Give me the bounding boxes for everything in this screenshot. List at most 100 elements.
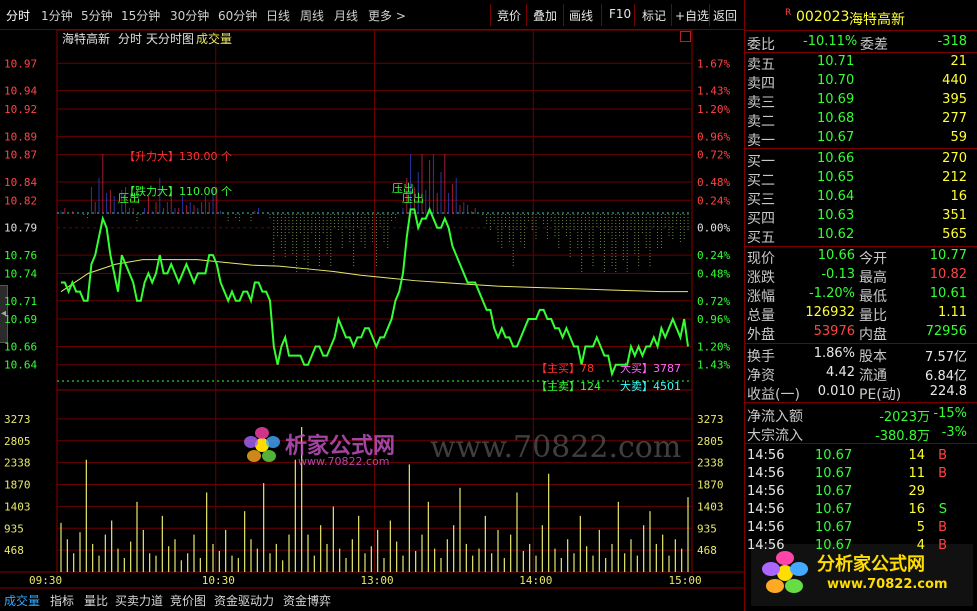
chart-annotation: 压出: [118, 191, 140, 205]
chart-mode: 分时: [118, 32, 143, 46]
price-tick-label: 10.74: [4, 267, 37, 280]
stat-value: 126932: [805, 305, 855, 320]
stat-label: 总量: [747, 308, 775, 324]
ask-volume: 277: [942, 111, 967, 126]
stat2-row: 收益(一) 0.010 PE(动) 224.8: [745, 383, 975, 403]
price-tick-label: 10.97: [4, 57, 37, 70]
volume-tick-label-right: 468: [697, 544, 717, 557]
ask-label: 卖一: [747, 133, 775, 149]
bid-label: 买四: [747, 211, 775, 227]
stat-row: 总量 126932 量比 1.11: [745, 304, 975, 324]
flow-pct: -3%: [941, 425, 967, 440]
bid-row: 买二 10.65 212: [745, 169, 975, 189]
stat2-row: 换手 1.86% 股本 7.57亿: [745, 345, 975, 365]
tab-buy-sell-force[interactable]: 买卖力道: [115, 592, 163, 609]
tab-volume[interactable]: 成交量: [4, 592, 40, 609]
tick-volume: 5: [916, 520, 925, 535]
pct-tick-label: 0.24%: [697, 249, 730, 262]
stat-value: 0.010: [817, 384, 855, 399]
pct-tick-label: 1.43%: [697, 359, 730, 372]
flow-label: 净流入额: [747, 409, 803, 425]
ask-row: 卖五 10.71 21: [745, 53, 975, 73]
bid-price: 10.65: [817, 170, 855, 185]
tick-row: 14:56 10.67 16 S: [745, 501, 975, 520]
tick-side: S: [938, 502, 947, 517]
ask-label: 卖三: [747, 95, 775, 111]
pct-tick-label: 1.20%: [697, 340, 730, 353]
tick-price: 10.67: [815, 520, 853, 535]
volume-tick-label-right: 2805: [697, 435, 724, 448]
stat-label: 涨幅: [747, 289, 775, 305]
watermark-logo: [236, 425, 288, 469]
tick-time: 14:56: [747, 448, 785, 463]
tick-row: 14:56 10.67 5 B: [745, 519, 975, 538]
tick-row: 14:56 10.67 4 B: [745, 537, 975, 556]
stat-row: 外盘 53976 内盘 72956: [745, 323, 975, 343]
flag-r: R: [785, 8, 792, 18]
tab-auction-chart[interactable]: 竞价图: [170, 592, 206, 609]
stat-value: 10.66: [817, 248, 855, 263]
bid-row: 买一 10.66 270: [745, 150, 975, 170]
ask-price: 10.70: [817, 73, 855, 88]
pct-tick-label: 0.48%: [697, 176, 730, 189]
bid-label: 买五: [747, 230, 775, 246]
price-tick-label: 10.89: [4, 130, 37, 143]
badge-domain: www.70822.com: [827, 577, 948, 592]
ask-volume: 21: [950, 54, 967, 69]
stat-label: 流通: [859, 368, 887, 384]
watermark-url: www.70822.com: [430, 430, 682, 465]
wei-bi-label: 委比: [747, 37, 775, 53]
watermark-domain: www.70822.com: [298, 455, 390, 468]
chart-grid: [0, 29, 744, 589]
time-tick-label: 10:30: [202, 574, 235, 587]
quote-header: R 002023 海特高新: [745, 8, 975, 28]
wei-bi-value: -10.11%: [803, 34, 858, 49]
pct-tick-label: 0.48%: [697, 267, 730, 280]
pct-tick-label: 0.00%: [697, 222, 730, 235]
ask-row: 卖三 10.69 395: [745, 91, 975, 111]
stat-value: 224.8: [929, 384, 967, 399]
time-tick-label: 09:30: [29, 574, 62, 587]
tab-volume-ratio[interactable]: 量比: [84, 592, 108, 609]
chart-close-box[interactable]: [680, 31, 691, 42]
stat-value: 4.42: [826, 365, 855, 380]
tab-indicator[interactable]: 指标: [50, 592, 74, 609]
stat2-row: 净资 4.42 流通 6.84亿: [745, 364, 975, 384]
bid-price: 10.64: [817, 189, 855, 204]
stock-name: 海特高新: [849, 12, 905, 28]
stat-value: 1.86%: [813, 346, 855, 361]
tick-price: 10.67: [815, 538, 853, 553]
stat-label: 涨跌: [747, 270, 775, 286]
bid-volume: 270: [942, 151, 967, 166]
bid-price: 10.66: [817, 151, 855, 166]
tick-price: 10.67: [815, 484, 853, 499]
tab-fund-drive[interactable]: 资金驱动力: [214, 592, 274, 609]
tab-fund-game[interactable]: 资金博弈: [283, 592, 331, 609]
pct-tick-label: 1.20%: [697, 103, 730, 116]
tick-side: B: [938, 466, 947, 481]
tick-price: 10.67: [815, 466, 853, 481]
quote-panel: R 002023 海特高新 委比 -10.11% 委差 -318 分析家公式网 …: [744, 0, 977, 611]
tick-volume: 11: [908, 466, 925, 481]
price-tick-label: 10.84: [4, 176, 37, 189]
stat-value: -1.20%: [809, 286, 855, 301]
price-tick-label: 10.76: [4, 249, 37, 262]
time-tick-label: 15:00: [668, 574, 701, 587]
bid-row: 买五 10.62 565: [745, 226, 975, 246]
stock-code: 002023: [796, 9, 850, 25]
tick-price: 10.67: [815, 502, 853, 517]
stat-value: 1.11: [938, 305, 967, 320]
stat-label: 净资: [747, 368, 775, 384]
flow-value: -2023万: [879, 410, 930, 425]
bid-label: 买三: [747, 192, 775, 208]
chart-annotation: 大卖】4501: [620, 379, 681, 393]
tick-side: B: [938, 520, 947, 535]
ask-volume: 59: [950, 130, 967, 145]
flow-label: 大宗流入: [747, 428, 803, 444]
stat-row: 涨跌 -0.13 最高 10.82: [745, 266, 975, 286]
stat-value: -0.13: [821, 267, 855, 282]
tick-row: 14:56 10.67 14 B: [745, 447, 975, 466]
volume-tick-label: 1870: [4, 479, 31, 492]
stat-label: 内盘: [859, 327, 887, 343]
bid-label: 买二: [747, 173, 775, 189]
